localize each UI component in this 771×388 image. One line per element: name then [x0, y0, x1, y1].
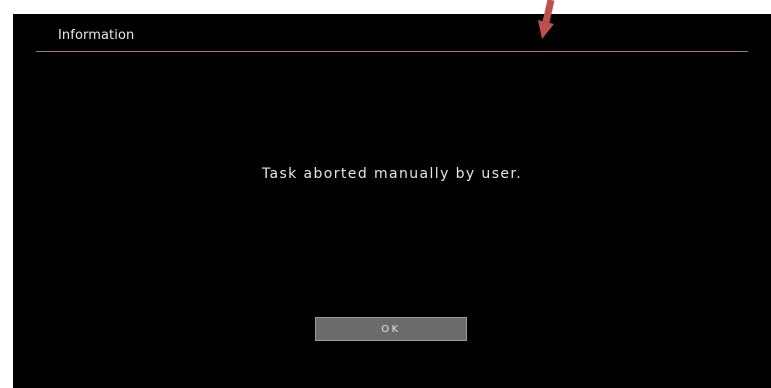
dialog-title: Information: [58, 28, 135, 43]
red-arrow-icon: [538, 0, 555, 39]
title-divider: [36, 51, 748, 52]
ok-button-label: OK: [381, 323, 401, 335]
screenshot-page: Information Task aborted manually by use…: [0, 0, 771, 388]
information-dialog: Information Task aborted manually by use…: [13, 14, 771, 388]
dialog-message: Task aborted manually by user.: [261, 166, 523, 182]
ok-button[interactable]: OK: [315, 317, 467, 341]
